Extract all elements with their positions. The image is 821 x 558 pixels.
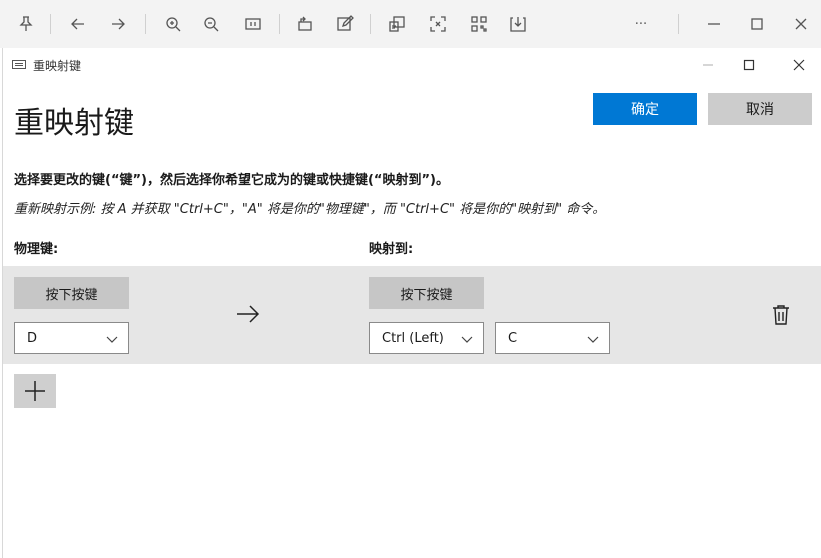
toolbar-divider bbox=[370, 14, 371, 34]
mapped-key-select[interactable]: C bbox=[495, 322, 610, 354]
chevron-down-icon bbox=[461, 333, 473, 343]
plus-icon bbox=[25, 381, 45, 401]
toolbar-divider bbox=[145, 14, 146, 34]
maximize-icon bbox=[743, 59, 755, 71]
chevron-down-icon bbox=[587, 333, 599, 343]
remap-keys-dialog: 重映射键 重映射键 确定 取消 选择要更改的键(“键”)，然后选择你希望它成为的… bbox=[2, 48, 821, 558]
physical-key-header: 物理键: bbox=[14, 242, 59, 257]
mapped-to-header: 映射到: bbox=[369, 242, 414, 257]
crop-icon[interactable] bbox=[426, 12, 450, 36]
chevron-down-icon bbox=[106, 333, 118, 343]
close-icon bbox=[793, 59, 805, 71]
add-mapping-button[interactable] bbox=[14, 374, 56, 408]
maximize-icon[interactable] bbox=[745, 12, 769, 36]
viewer-toolbar: ··· bbox=[0, 0, 821, 48]
zoom-out-icon[interactable] bbox=[199, 12, 223, 36]
dialog-title: 重映射键 bbox=[33, 59, 82, 73]
back-icon[interactable] bbox=[66, 12, 90, 36]
edit-icon[interactable] bbox=[333, 12, 357, 36]
minimize-icon[interactable] bbox=[702, 12, 726, 36]
mapped-modifier-select[interactable]: Ctrl (Left) bbox=[369, 322, 484, 354]
trash-icon bbox=[773, 305, 789, 325]
physical-press-key-button[interactable]: 按下按键 bbox=[14, 277, 129, 309]
cancel-button[interactable]: 取消 bbox=[708, 93, 812, 125]
qr-code-icon[interactable] bbox=[467, 12, 491, 36]
dialog-minimize-button[interactable] bbox=[693, 54, 723, 76]
page-title: 重映射键 bbox=[14, 106, 134, 141]
toolbar-divider bbox=[279, 14, 280, 34]
keyboard-icon bbox=[12, 60, 26, 69]
toolbar-divider bbox=[50, 14, 51, 34]
mapped-key-value: C bbox=[508, 330, 518, 346]
physical-key-select[interactable]: D bbox=[14, 322, 129, 354]
ok-button[interactable]: 确定 bbox=[593, 93, 697, 125]
mapped-modifier-value: Ctrl (Left) bbox=[382, 330, 444, 346]
dialog-titlebar: 重映射键 bbox=[3, 48, 821, 82]
mapped-press-key-button[interactable]: 按下按键 bbox=[369, 277, 484, 309]
mapping-row: 按下按键 D 按下按键 Ctrl (Left) C bbox=[3, 266, 821, 364]
toolbar-divider bbox=[678, 14, 679, 34]
download-icon[interactable] bbox=[506, 12, 530, 36]
zoom-in-icon[interactable] bbox=[161, 12, 185, 36]
dialog-close-button[interactable] bbox=[784, 54, 814, 76]
close-icon[interactable] bbox=[789, 12, 813, 36]
fit-page-icon[interactable] bbox=[241, 12, 265, 36]
delete-mapping-button[interactable] bbox=[771, 304, 793, 328]
pin-icon[interactable] bbox=[14, 12, 38, 36]
text-recognition-icon[interactable] bbox=[385, 12, 409, 36]
example-text: 重新映射示例: 按 A 并获取 "Ctrl+C"，"A" 将是你的"物理键"，而… bbox=[14, 202, 606, 217]
instruction-text: 选择要更改的键(“键”)，然后选择你希望它成为的键或快捷键(“映射到”)。 bbox=[14, 173, 449, 188]
arrow-right-icon bbox=[235, 303, 261, 325]
physical-key-value: D bbox=[27, 330, 38, 346]
more-icon[interactable]: ··· bbox=[629, 12, 653, 36]
rotate-icon[interactable] bbox=[293, 12, 317, 36]
minimize-icon bbox=[703, 64, 713, 66]
dialog-maximize-button[interactable] bbox=[734, 54, 764, 76]
forward-icon[interactable] bbox=[106, 12, 130, 36]
